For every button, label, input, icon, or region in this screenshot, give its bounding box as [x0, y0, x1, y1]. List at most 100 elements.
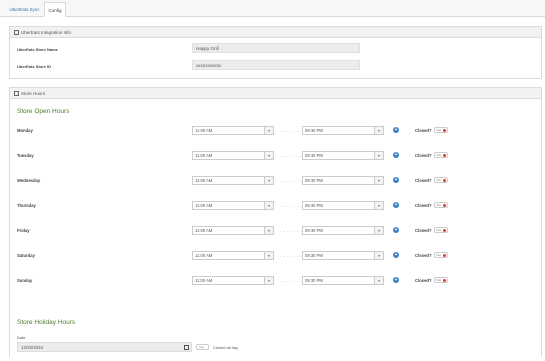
- open-time-select-saturday[interactable]: 11:00 AM ▾: [192, 251, 274, 260]
- closed-toggle-text: Yes: [436, 228, 441, 232]
- open-time-value: 11:00 AM: [195, 278, 213, 283]
- closed-label: Closed?: [415, 228, 432, 233]
- add-hours-icon[interactable]: +: [393, 227, 399, 233]
- edit-icon: [14, 91, 19, 97]
- close-time-value: 09:30 PM: [305, 253, 323, 258]
- day-label-sunday: Sunday: [17, 278, 33, 283]
- store-id-field[interactable]: xxxxxxxxxxx: [192, 60, 360, 70]
- toggle-knob: [443, 154, 446, 157]
- store-hours-panel-header: Store Hours: [10, 88, 541, 99]
- close-time-select-friday[interactable]: 09:30 PM ▾: [302, 226, 384, 235]
- open-time-select-wednesday[interactable]: 11:00 AM ▾: [192, 176, 274, 185]
- chevron-down-icon: ▾: [374, 202, 383, 209]
- closed-toggle-text: Yes: [436, 178, 441, 182]
- integration-panel-header: UberEats Integration Info: [10, 27, 541, 38]
- tab-config[interactable]: Config: [44, 2, 66, 17]
- chevron-down-icon: ▾: [374, 127, 383, 134]
- day-label-monday: Monday: [17, 128, 33, 133]
- open-time-value: 11:00 AM: [195, 253, 213, 258]
- store-open-hours-title: Store Open Hours: [17, 108, 70, 115]
- close-time-select-tuesday[interactable]: 09:30 PM ▾: [302, 151, 384, 160]
- toggle-knob: [443, 229, 446, 232]
- chevron-down-icon: ▾: [264, 202, 273, 209]
- open-time-value: 11:00 AM: [195, 228, 213, 233]
- chevron-down-icon: ▾: [264, 227, 273, 234]
- chevron-down-icon: ▾: [264, 127, 273, 134]
- open-time-select-monday[interactable]: 11:00 AM ▾: [192, 126, 274, 135]
- chevron-down-icon: ▾: [374, 252, 383, 259]
- chevron-down-icon: ▾: [264, 277, 273, 284]
- close-time-value: 09:30 PM: [305, 228, 323, 233]
- close-time-select-wednesday[interactable]: 09:30 PM ▾: [302, 176, 384, 185]
- chevron-down-icon: ▾: [264, 252, 273, 259]
- open-time-value: 11:00 AM: [195, 178, 213, 183]
- day-label-friday: Friday: [17, 228, 30, 233]
- closed-all-day-label: Closed all day: [213, 345, 239, 350]
- store-name-label: UberEats Store Name: [17, 47, 58, 52]
- closed-toggle-text: Yes: [436, 278, 441, 282]
- day-label-thursday: Thursday: [17, 203, 36, 208]
- closed-label: Closed?: [415, 153, 432, 158]
- closed-toggle-thursday[interactable]: Yes: [434, 202, 448, 208]
- open-time-value: 11:00 AM: [195, 128, 213, 133]
- add-hours-icon[interactable]: +: [393, 252, 399, 258]
- closed-label: Closed?: [415, 278, 432, 283]
- chevron-down-icon: ▾: [374, 177, 383, 184]
- closed-toggle-sunday[interactable]: Yes: [434, 277, 448, 283]
- open-time-select-tuesday[interactable]: 11:00 AM ▾: [192, 151, 274, 160]
- add-hours-icon[interactable]: +: [393, 127, 399, 133]
- closed-label: Closed?: [415, 203, 432, 208]
- close-time-select-thursday[interactable]: 09:30 PM ▾: [302, 201, 384, 210]
- closed-all-day-toggle[interactable]: Yes: [196, 344, 209, 350]
- closed-toggle-saturday[interactable]: Yes: [434, 252, 448, 258]
- holiday-date-input[interactable]: 12/25/2023: [17, 342, 192, 352]
- toggle-knob: [443, 179, 446, 182]
- holiday-date-value: 12/25/2023: [21, 345, 43, 350]
- close-time-value: 09:30 PM: [305, 203, 323, 208]
- tab-bar: UberEats Sync Config: [0, 0, 545, 17]
- date-label: Date: [17, 335, 26, 340]
- toggle-knob: [443, 204, 446, 207]
- integration-panel: UberEats Integration Info UberEats Store…: [9, 26, 542, 79]
- closed-toggle-friday[interactable]: Yes: [434, 227, 448, 233]
- close-time-select-monday[interactable]: 09:30 PM ▾: [302, 126, 384, 135]
- day-label-saturday: Saturday: [17, 253, 35, 258]
- open-time-select-friday[interactable]: 11:00 AM ▾: [192, 226, 274, 235]
- open-time-value: 11:00 AM: [195, 203, 213, 208]
- tab-ubereats-sync[interactable]: UberEats Sync: [5, 2, 44, 17]
- open-time-value: 11:00 AM: [195, 153, 213, 158]
- add-hours-icon[interactable]: +: [393, 177, 399, 183]
- closed-toggle-wednesday[interactable]: Yes: [434, 177, 448, 183]
- close-time-select-saturday[interactable]: 09:30 PM ▾: [302, 251, 384, 260]
- add-hours-icon[interactable]: +: [393, 152, 399, 158]
- closed-label: Closed?: [415, 178, 432, 183]
- chevron-down-icon: ▾: [264, 177, 273, 184]
- day-label-tuesday: Tuesday: [17, 153, 34, 158]
- chevron-down-icon: ▾: [374, 277, 383, 284]
- integration-header-label: UberEats Integration Info: [21, 30, 72, 35]
- closed-toggle-text: Yes: [436, 253, 441, 257]
- close-time-select-sunday[interactable]: 09:30 PM ▾: [302, 276, 384, 285]
- closed-label: Closed?: [415, 253, 432, 258]
- toggle-knob: [443, 254, 446, 257]
- add-hours-icon[interactable]: +: [393, 202, 399, 208]
- edit-icon: [14, 30, 19, 36]
- close-time-value: 09:30 PM: [305, 278, 323, 283]
- chevron-down-icon: ▾: [374, 152, 383, 159]
- add-hours-icon[interactable]: +: [393, 277, 399, 283]
- closed-toggle-monday[interactable]: Yes: [434, 127, 448, 133]
- open-time-select-sunday[interactable]: 11:00 AM ▾: [192, 276, 274, 285]
- open-time-select-thursday[interactable]: 11:00 AM ▾: [192, 201, 274, 210]
- chevron-down-icon: ▾: [264, 152, 273, 159]
- closed-toggle-text: Yes: [436, 128, 441, 132]
- closed-label: Closed?: [415, 128, 432, 133]
- close-time-value: 09:30 PM: [305, 128, 323, 133]
- store-holiday-hours-title: Store Holiday Hours: [17, 319, 76, 326]
- chevron-down-icon: ▾: [374, 227, 383, 234]
- toggle-knob: [443, 129, 446, 132]
- closed-toggle-tuesday[interactable]: Yes: [434, 152, 448, 158]
- store-id-label: UberEats Store ID: [17, 64, 52, 69]
- store-hours-header-label: Store Hours: [21, 91, 46, 96]
- store-name-field[interactable]: Happy Grill: [192, 43, 360, 53]
- calendar-icon[interactable]: [184, 345, 189, 350]
